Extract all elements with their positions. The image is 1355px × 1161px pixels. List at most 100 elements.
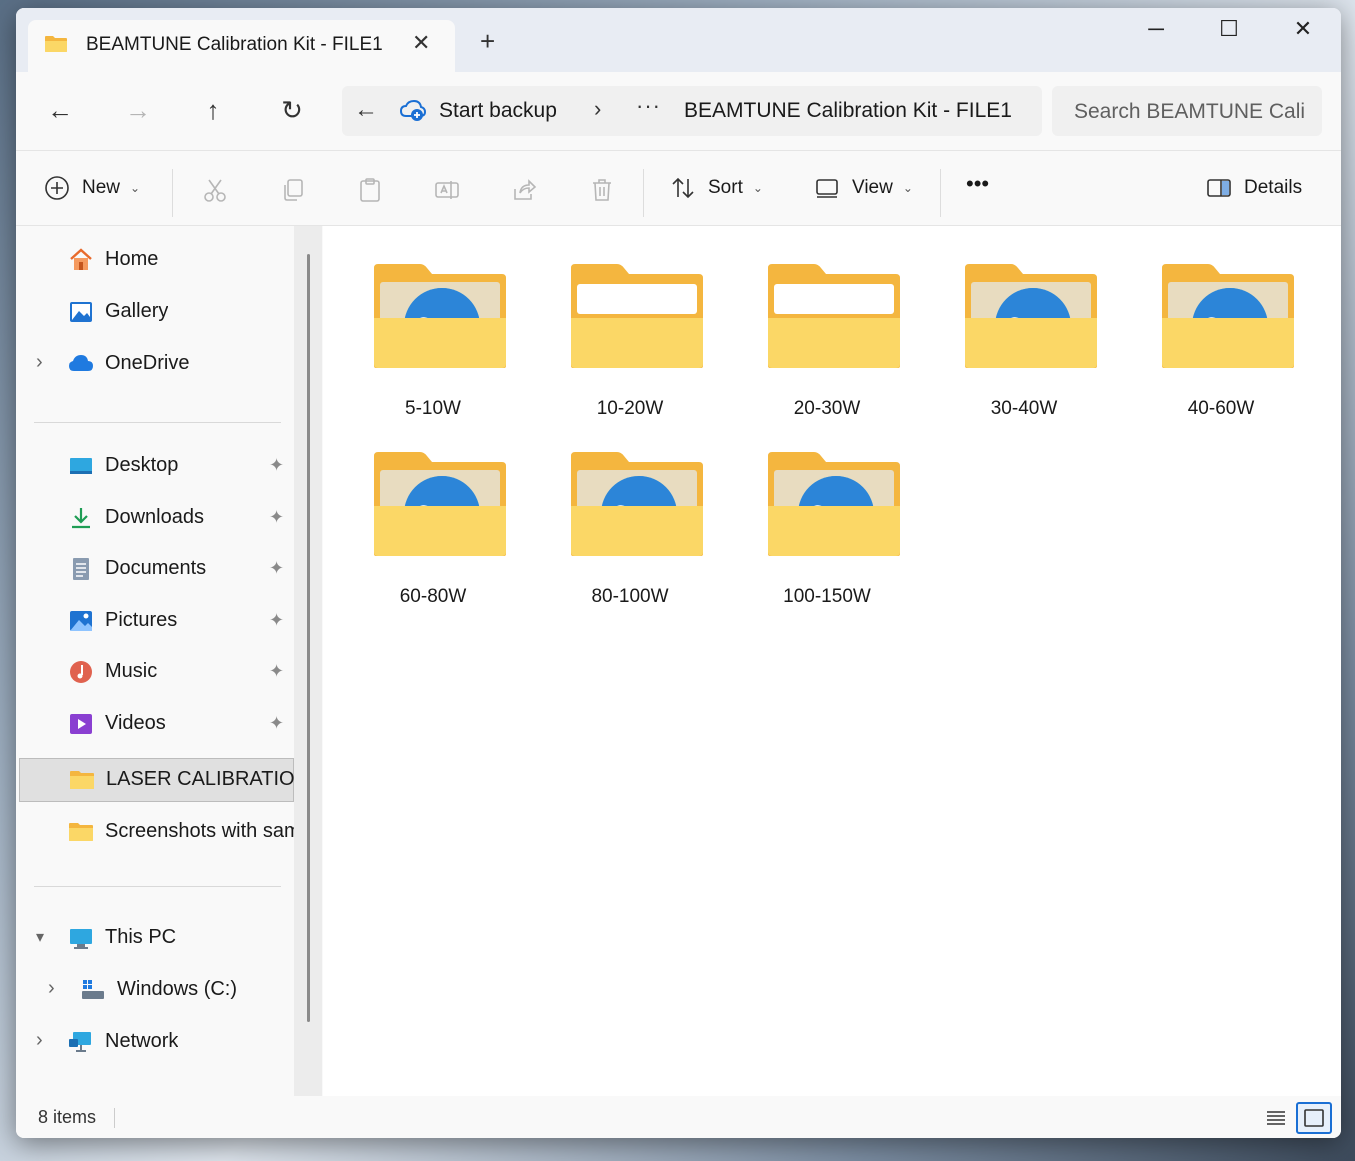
folder-name: 80-100W (591, 586, 669, 607)
folder-icon (69, 823, 93, 841)
large-icons-view-button[interactable] (1296, 1102, 1332, 1134)
folder-name: 40-60W (1187, 398, 1255, 419)
nav-item-screenshots[interactable]: Screenshots with sample (16, 810, 295, 854)
minimize-button[interactable]: ─ (1136, 16, 1176, 42)
nav-label-videos: Videos (105, 712, 166, 734)
nav-item-documents[interactable]: Documents ✦ (16, 547, 294, 591)
status-bar: 8 items (16, 1096, 1341, 1138)
chevron-down-icon: ⌄ (902, 181, 913, 195)
start-backup-button[interactable]: Start backup (439, 99, 557, 123)
tab-close-button[interactable]: ✕ (412, 30, 430, 56)
tab-title: BEAMTUNE Calibration Kit - FILE1 (86, 34, 383, 55)
divider (114, 1108, 115, 1128)
home-icon (70, 248, 92, 270)
pin-icon[interactable]: ✦ (269, 661, 284, 682)
nav-label-screenshots: Screenshots with sample (105, 820, 295, 842)
tab-beamtune[interactable]: BEAMTUNE Calibration Kit - FILE1 ✕ (28, 20, 455, 72)
nav-item-gallery[interactable]: Gallery (16, 290, 294, 334)
cut-icon[interactable] (202, 177, 228, 203)
search-box[interactable]: Search BEAMTUNE Cali (1052, 86, 1322, 136)
nav-scrollbar[interactable] (294, 226, 322, 1096)
new-button[interactable]: New ⌄ (44, 175, 140, 201)
breadcrumb-overflow-button[interactable]: ··· (636, 93, 661, 119)
folder-item[interactable]: Canva 80-100W (545, 436, 715, 607)
chevron-right-icon[interactable]: › (36, 1029, 43, 1052)
nav-item-this-pc[interactable]: ▾ This PC (16, 916, 294, 960)
share-icon[interactable] (511, 177, 537, 203)
new-label: New (82, 177, 121, 198)
nav-label-home: Home (105, 248, 159, 270)
view-label: View (852, 177, 893, 198)
folder-item[interactable]: Canva 40-60W (1136, 248, 1306, 419)
folder-item[interactable]: 10-20W (545, 248, 715, 419)
pin-icon[interactable]: ✦ (269, 558, 284, 579)
chevron-right-icon[interactable]: › (36, 351, 43, 374)
more-options-button[interactable]: ••• (966, 171, 989, 197)
divider (643, 169, 644, 217)
address-back-icon[interactable]: ← (354, 96, 378, 124)
canva-folder-icon: Canva (1162, 264, 1294, 368)
nav-item-pictures[interactable]: Pictures ✦ (16, 599, 294, 643)
up-button[interactable]: ↑ (195, 92, 231, 128)
more-icon: ••• (966, 171, 990, 196)
nav-item-downloads[interactable]: Downloads ✦ (16, 496, 294, 540)
folder-name: 30-40W (990, 398, 1058, 419)
details-view-button[interactable] (1258, 1102, 1294, 1134)
folder-name: 5-10W (405, 398, 461, 419)
breadcrumb-current[interactable]: BEAMTUNE Calibration Kit - FILE1 (684, 99, 1012, 123)
chevron-down-icon[interactable]: ▾ (36, 927, 44, 947)
details-button[interactable]: Details (1206, 175, 1302, 201)
paste-icon[interactable] (357, 177, 383, 203)
close-window-button[interactable]: ✕ (1283, 16, 1323, 42)
copy-icon[interactable] (280, 177, 306, 203)
refresh-button[interactable]: ↻ (274, 92, 310, 128)
nav-item-laser-calibration[interactable]: LASER CALIBRATION KIT (19, 758, 296, 802)
title-bar: BEAMTUNE Calibration Kit - FILE1 ✕ + ─ ☐… (16, 8, 1341, 72)
forward-button[interactable]: → (120, 92, 156, 128)
pin-icon[interactable]: ✦ (269, 455, 284, 476)
folder-item[interactable]: Canva 60-80W (348, 436, 518, 607)
nav-label-downloads: Downloads (105, 506, 204, 528)
divider (940, 169, 941, 217)
rename-icon[interactable] (434, 177, 460, 203)
chevron-down-icon: ⌄ (752, 181, 763, 195)
details-pane-icon (1207, 179, 1231, 197)
sort-button[interactable]: Sort ⌄ (670, 175, 763, 201)
folder-item[interactable]: Canva 100-150W (742, 436, 912, 607)
file-list[interactable]: Canva 5-10W 10-20W 20-30W Canva 30-40W Canva 40… (323, 226, 1341, 1096)
back-button[interactable]: ← (42, 92, 78, 128)
nav-item-videos[interactable]: Videos ✦ (16, 702, 294, 746)
new-tab-button[interactable]: + (480, 28, 495, 54)
folder-name: 60-80W (399, 586, 467, 607)
folder-item[interactable]: 20-30W (742, 248, 912, 419)
view-button[interactable]: View ⌄ (814, 175, 913, 201)
canva-folder-icon: Canva (374, 264, 506, 368)
nav-label-documents: Documents (105, 557, 207, 579)
folder-item[interactable]: Canva 30-40W (939, 248, 1109, 419)
maximize-button[interactable]: ☐ (1209, 16, 1249, 42)
nav-item-network[interactable]: › Network (16, 1020, 294, 1064)
scrollbar-thumb[interactable] (307, 254, 310, 1022)
delete-icon[interactable] (589, 177, 615, 203)
nav-item-music[interactable]: Music ✦ (16, 650, 294, 694)
nav-item-windows-c[interactable]: › Windows (C:) (16, 968, 294, 1012)
this-pc-icon (70, 929, 92, 949)
nav-item-home[interactable]: Home (16, 238, 294, 282)
pictures-icon (70, 611, 92, 631)
address-bar[interactable]: ← Start backup › ··· BEAMTUNE Calibratio… (342, 86, 1042, 136)
nav-label-windows-c: Windows (C:) (117, 978, 238, 1000)
navigation-pane: Home Gallery › OneDrive Desktop ✦ Downlo… (16, 226, 323, 1096)
nav-item-onedrive[interactable]: › OneDrive (16, 342, 294, 386)
canva-folder-icon: Canva (374, 452, 506, 556)
search-input[interactable]: Search BEAMTUNE Cali (1074, 100, 1305, 124)
nav-label-onedrive: OneDrive (105, 352, 190, 374)
folder-icon (45, 36, 67, 52)
nav-item-desktop[interactable]: Desktop ✦ (16, 444, 294, 488)
folder-item[interactable]: Canva 5-10W (348, 248, 518, 419)
chevron-right-icon[interactable]: › (48, 977, 55, 1000)
desktop-icon (70, 458, 92, 474)
pin-icon[interactable]: ✦ (269, 507, 284, 528)
breadcrumb-chevron-icon[interactable]: › (594, 96, 601, 122)
pin-icon[interactable]: ✦ (269, 610, 284, 631)
pin-icon[interactable]: ✦ (269, 713, 284, 734)
